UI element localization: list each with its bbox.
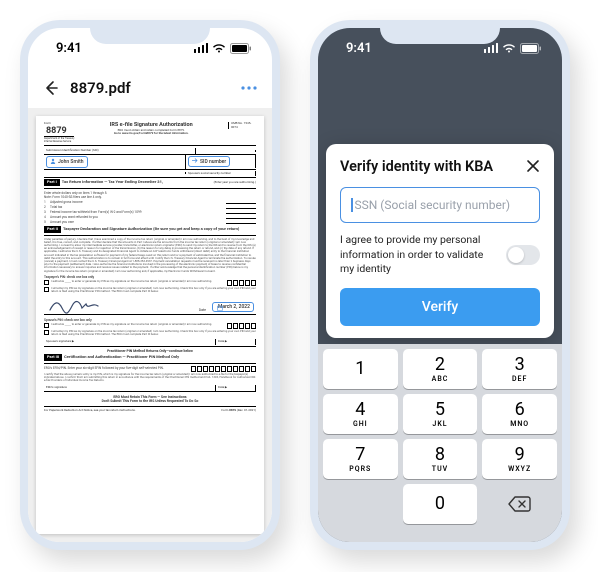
part2-badge: Part II — [44, 226, 61, 233]
battery-icon — [230, 43, 252, 54]
name-value: John Smith — [58, 159, 84, 165]
part1-badge: Part I — [44, 179, 60, 186]
backspace-icon — [508, 495, 532, 513]
signature-icon — [48, 296, 108, 314]
status-time: 9:41 — [56, 41, 82, 56]
back-arrow-icon[interactable] — [42, 79, 60, 97]
key-7[interactable]: 7PQRS — [323, 439, 398, 479]
verify-button[interactable]: Verify — [340, 288, 540, 326]
part3-badge: Part III — [44, 354, 62, 361]
key-3[interactable]: 3DEF — [482, 349, 557, 389]
declaration-text: Under penalties of perjury, I declare th… — [44, 238, 256, 273]
name-field-pill[interactable]: John Smith — [46, 156, 88, 168]
consent-toggle[interactable] — [506, 245, 540, 265]
key-6[interactable]: 6MNO — [482, 394, 557, 434]
signal-icon — [194, 43, 209, 53]
key-0[interactable]: 0 — [403, 484, 478, 524]
person-icon — [50, 158, 56, 166]
arrow-right-icon — [192, 158, 198, 165]
key-blank — [323, 484, 398, 524]
sid-label: SID number — [200, 159, 226, 165]
notch — [380, 20, 500, 44]
phone-document-viewer: 9:41 8879.pdf Form 8879 Department of th… — [20, 20, 280, 550]
numeric-keypad: 1 2ABC 3DEF 4GHI 5JKL 6MNO 7PQRS 8TUV 9W… — [318, 344, 562, 542]
signal-icon — [484, 43, 499, 53]
consent-text: I agree to provide my personal informati… — [340, 233, 498, 276]
key-8[interactable]: 8TUV — [403, 439, 478, 479]
key-9[interactable]: 9WXYZ — [482, 439, 557, 479]
wifi-icon — [502, 43, 516, 53]
kba-modal: Verify identity with KBA SSN (Social sec… — [326, 144, 554, 338]
part3-title: Certification and Authentication — Pract… — [64, 355, 179, 360]
doc-viewport[interactable]: Form 8879 Department of the TreasuryInte… — [28, 108, 272, 542]
phone-kba-verify: 9:41 Verify identity with KBA SSN (Socia… — [310, 20, 570, 550]
close-icon[interactable] — [526, 159, 540, 173]
key-4[interactable]: 4GHI — [323, 394, 398, 434]
battery-icon — [520, 43, 542, 54]
notch — [90, 20, 210, 44]
sid-field-pill[interactable]: SID number — [188, 156, 230, 167]
key-backspace[interactable] — [482, 484, 557, 524]
doc-title: 8879.pdf — [70, 79, 230, 97]
part1-title: Tax Return Information — Tax Year Ending… — [62, 180, 163, 185]
key-5[interactable]: 5JKL — [403, 394, 478, 434]
doc-header: 8879.pdf — [28, 68, 272, 108]
key-2[interactable]: 2ABC — [403, 349, 478, 389]
form-number: 8879 — [44, 126, 74, 138]
more-icon[interactable] — [240, 86, 258, 90]
date-field-pill[interactable]: March 2, 2022 — [212, 302, 254, 312]
form-8879: Form 8879 Department of the TreasuryInte… — [36, 116, 264, 534]
wifi-icon — [212, 43, 226, 53]
part2-title: Taxpayer Declaration and Signature Autho… — [63, 227, 239, 232]
ssn-placeholder: SSN (Social security number) — [355, 198, 511, 212]
key-1[interactable]: 1 — [323, 349, 398, 389]
ssn-input[interactable]: SSN (Social security number) — [340, 187, 540, 224]
signature-area[interactable]: March 2, 2022 Date — [44, 297, 256, 315]
modal-title: Verify identity with KBA — [340, 158, 493, 175]
status-time: 9:41 — [346, 41, 372, 56]
